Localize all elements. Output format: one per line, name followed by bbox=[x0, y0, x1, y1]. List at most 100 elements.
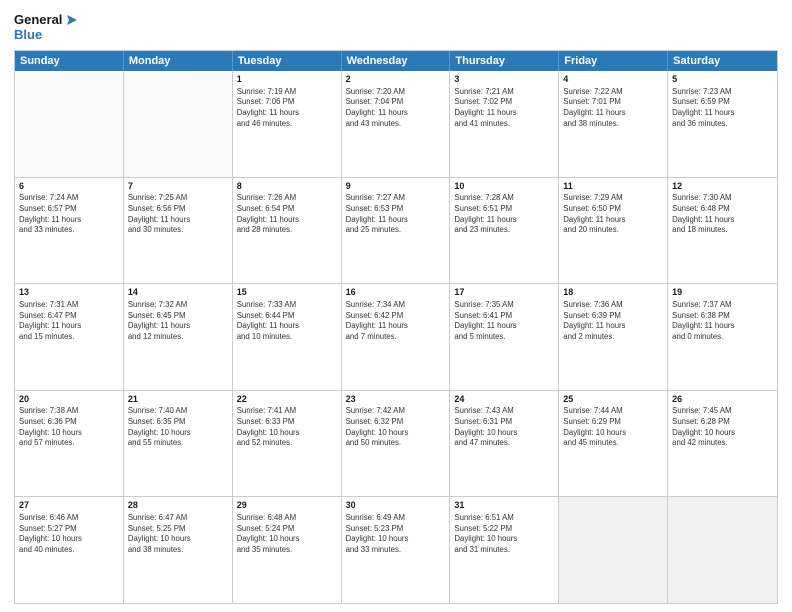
day-number: 19 bbox=[672, 287, 773, 299]
day-number: 12 bbox=[672, 181, 773, 193]
cal-cell: 24Sunrise: 7:43 AM Sunset: 6:31 PM Dayli… bbox=[450, 391, 559, 497]
day-number: 14 bbox=[128, 287, 228, 299]
cal-cell: 25Sunrise: 7:44 AM Sunset: 6:29 PM Dayli… bbox=[559, 391, 668, 497]
day-info: Sunrise: 7:45 AM Sunset: 6:28 PM Dayligh… bbox=[672, 406, 735, 447]
day-number: 31 bbox=[454, 500, 554, 512]
day-info: Sunrise: 7:37 AM Sunset: 6:38 PM Dayligh… bbox=[672, 300, 734, 341]
calendar-body: 1Sunrise: 7:19 AM Sunset: 7:06 PM Daylig… bbox=[15, 71, 777, 603]
cal-cell: 23Sunrise: 7:42 AM Sunset: 6:32 PM Dayli… bbox=[342, 391, 451, 497]
day-info: Sunrise: 7:26 AM Sunset: 6:54 PM Dayligh… bbox=[237, 193, 299, 234]
day-info: Sunrise: 7:24 AM Sunset: 6:57 PM Dayligh… bbox=[19, 193, 81, 234]
day-number: 5 bbox=[672, 74, 773, 86]
cal-cell: 8Sunrise: 7:26 AM Sunset: 6:54 PM Daylig… bbox=[233, 178, 342, 284]
cal-cell: 22Sunrise: 7:41 AM Sunset: 6:33 PM Dayli… bbox=[233, 391, 342, 497]
header: General Blue bbox=[14, 12, 778, 42]
cal-cell: 1Sunrise: 7:19 AM Sunset: 7:06 PM Daylig… bbox=[233, 71, 342, 177]
cal-week-row: 6Sunrise: 7:24 AM Sunset: 6:57 PM Daylig… bbox=[15, 177, 777, 284]
cal-cell: 20Sunrise: 7:38 AM Sunset: 6:36 PM Dayli… bbox=[15, 391, 124, 497]
cal-cell: 14Sunrise: 7:32 AM Sunset: 6:45 PM Dayli… bbox=[124, 284, 233, 390]
cal-cell: 15Sunrise: 7:33 AM Sunset: 6:44 PM Dayli… bbox=[233, 284, 342, 390]
day-info: Sunrise: 7:34 AM Sunset: 6:42 PM Dayligh… bbox=[346, 300, 408, 341]
day-number: 22 bbox=[237, 394, 337, 406]
day-number: 30 bbox=[346, 500, 446, 512]
cal-cell: 17Sunrise: 7:35 AM Sunset: 6:41 PM Dayli… bbox=[450, 284, 559, 390]
cal-cell: 31Sunrise: 6:51 AM Sunset: 5:22 PM Dayli… bbox=[450, 497, 559, 603]
day-number: 16 bbox=[346, 287, 446, 299]
cal-cell: 28Sunrise: 6:47 AM Sunset: 5:25 PM Dayli… bbox=[124, 497, 233, 603]
day-info: Sunrise: 7:30 AM Sunset: 6:48 PM Dayligh… bbox=[672, 193, 734, 234]
day-info: Sunrise: 7:43 AM Sunset: 6:31 PM Dayligh… bbox=[454, 406, 517, 447]
cal-cell: 9Sunrise: 7:27 AM Sunset: 6:53 PM Daylig… bbox=[342, 178, 451, 284]
cal-cell: 3Sunrise: 7:21 AM Sunset: 7:02 PM Daylig… bbox=[450, 71, 559, 177]
day-info: Sunrise: 7:22 AM Sunset: 7:01 PM Dayligh… bbox=[563, 87, 625, 128]
logo-general: General bbox=[14, 12, 62, 27]
cal-week-row: 27Sunrise: 6:46 AM Sunset: 5:27 PM Dayli… bbox=[15, 496, 777, 603]
cal-cell: 4Sunrise: 7:22 AM Sunset: 7:01 PM Daylig… bbox=[559, 71, 668, 177]
day-number: 7 bbox=[128, 181, 228, 193]
day-info: Sunrise: 7:36 AM Sunset: 6:39 PM Dayligh… bbox=[563, 300, 625, 341]
day-info: Sunrise: 7:33 AM Sunset: 6:44 PM Dayligh… bbox=[237, 300, 299, 341]
day-info: Sunrise: 7:28 AM Sunset: 6:51 PM Dayligh… bbox=[454, 193, 516, 234]
cal-header-day: Saturday bbox=[668, 51, 777, 71]
day-number: 1 bbox=[237, 74, 337, 86]
day-number: 29 bbox=[237, 500, 337, 512]
day-number: 9 bbox=[346, 181, 446, 193]
day-number: 2 bbox=[346, 74, 446, 86]
cal-header-day: Thursday bbox=[450, 51, 559, 71]
cal-cell: 29Sunrise: 6:48 AM Sunset: 5:24 PM Dayli… bbox=[233, 497, 342, 603]
day-number: 25 bbox=[563, 394, 663, 406]
day-info: Sunrise: 6:47 AM Sunset: 5:25 PM Dayligh… bbox=[128, 513, 191, 554]
day-number: 24 bbox=[454, 394, 554, 406]
calendar: SundayMondayTuesdayWednesdayThursdayFrid… bbox=[14, 50, 778, 604]
day-info: Sunrise: 7:32 AM Sunset: 6:45 PM Dayligh… bbox=[128, 300, 190, 341]
day-info: Sunrise: 7:40 AM Sunset: 6:35 PM Dayligh… bbox=[128, 406, 191, 447]
cal-cell: 10Sunrise: 7:28 AM Sunset: 6:51 PM Dayli… bbox=[450, 178, 559, 284]
cal-cell: 26Sunrise: 7:45 AM Sunset: 6:28 PM Dayli… bbox=[668, 391, 777, 497]
cal-week-row: 1Sunrise: 7:19 AM Sunset: 7:06 PM Daylig… bbox=[15, 71, 777, 177]
day-number: 27 bbox=[19, 500, 119, 512]
day-number: 26 bbox=[672, 394, 773, 406]
cal-header-day: Monday bbox=[124, 51, 233, 71]
day-info: Sunrise: 6:49 AM Sunset: 5:23 PM Dayligh… bbox=[346, 513, 409, 554]
day-number: 18 bbox=[563, 287, 663, 299]
day-info: Sunrise: 7:44 AM Sunset: 6:29 PM Dayligh… bbox=[563, 406, 626, 447]
cal-header-day: Wednesday bbox=[342, 51, 451, 71]
day-number: 10 bbox=[454, 181, 554, 193]
day-number: 28 bbox=[128, 500, 228, 512]
day-info: Sunrise: 7:21 AM Sunset: 7:02 PM Dayligh… bbox=[454, 87, 516, 128]
cal-cell: 2Sunrise: 7:20 AM Sunset: 7:04 PM Daylig… bbox=[342, 71, 451, 177]
cal-cell: 30Sunrise: 6:49 AM Sunset: 5:23 PM Dayli… bbox=[342, 497, 451, 603]
day-info: Sunrise: 7:35 AM Sunset: 6:41 PM Dayligh… bbox=[454, 300, 516, 341]
day-info: Sunrise: 7:20 AM Sunset: 7:04 PM Dayligh… bbox=[346, 87, 408, 128]
day-info: Sunrise: 7:41 AM Sunset: 6:33 PM Dayligh… bbox=[237, 406, 300, 447]
day-number: 21 bbox=[128, 394, 228, 406]
day-info: Sunrise: 7:25 AM Sunset: 6:56 PM Dayligh… bbox=[128, 193, 190, 234]
day-info: Sunrise: 7:31 AM Sunset: 6:47 PM Dayligh… bbox=[19, 300, 81, 341]
day-info: Sunrise: 7:19 AM Sunset: 7:06 PM Dayligh… bbox=[237, 87, 299, 128]
cal-cell: 12Sunrise: 7:30 AM Sunset: 6:48 PM Dayli… bbox=[668, 178, 777, 284]
cal-cell: 13Sunrise: 7:31 AM Sunset: 6:47 PM Dayli… bbox=[15, 284, 124, 390]
cal-cell: 21Sunrise: 7:40 AM Sunset: 6:35 PM Dayli… bbox=[124, 391, 233, 497]
day-info: Sunrise: 6:46 AM Sunset: 5:27 PM Dayligh… bbox=[19, 513, 82, 554]
day-number: 3 bbox=[454, 74, 554, 86]
page: General Blue SundayMondayTuesdayWednesda… bbox=[0, 0, 792, 612]
cal-cell: 5Sunrise: 7:23 AM Sunset: 6:59 PM Daylig… bbox=[668, 71, 777, 177]
day-info: Sunrise: 7:42 AM Sunset: 6:32 PM Dayligh… bbox=[346, 406, 409, 447]
cal-cell bbox=[559, 497, 668, 603]
day-number: 17 bbox=[454, 287, 554, 299]
day-number: 4 bbox=[563, 74, 663, 86]
day-number: 6 bbox=[19, 181, 119, 193]
day-number: 8 bbox=[237, 181, 337, 193]
cal-cell bbox=[15, 71, 124, 177]
cal-cell: 18Sunrise: 7:36 AM Sunset: 6:39 PM Dayli… bbox=[559, 284, 668, 390]
day-info: Sunrise: 6:48 AM Sunset: 5:24 PM Dayligh… bbox=[237, 513, 300, 554]
cal-cell: 27Sunrise: 6:46 AM Sunset: 5:27 PM Dayli… bbox=[15, 497, 124, 603]
cal-cell: 7Sunrise: 7:25 AM Sunset: 6:56 PM Daylig… bbox=[124, 178, 233, 284]
day-number: 11 bbox=[563, 181, 663, 193]
logo-arrow-icon bbox=[63, 13, 77, 27]
cal-week-row: 20Sunrise: 7:38 AM Sunset: 6:36 PM Dayli… bbox=[15, 390, 777, 497]
cal-cell: 11Sunrise: 7:29 AM Sunset: 6:50 PM Dayli… bbox=[559, 178, 668, 284]
calendar-header: SundayMondayTuesdayWednesdayThursdayFrid… bbox=[15, 51, 777, 71]
day-number: 15 bbox=[237, 287, 337, 299]
day-info: Sunrise: 7:23 AM Sunset: 6:59 PM Dayligh… bbox=[672, 87, 734, 128]
